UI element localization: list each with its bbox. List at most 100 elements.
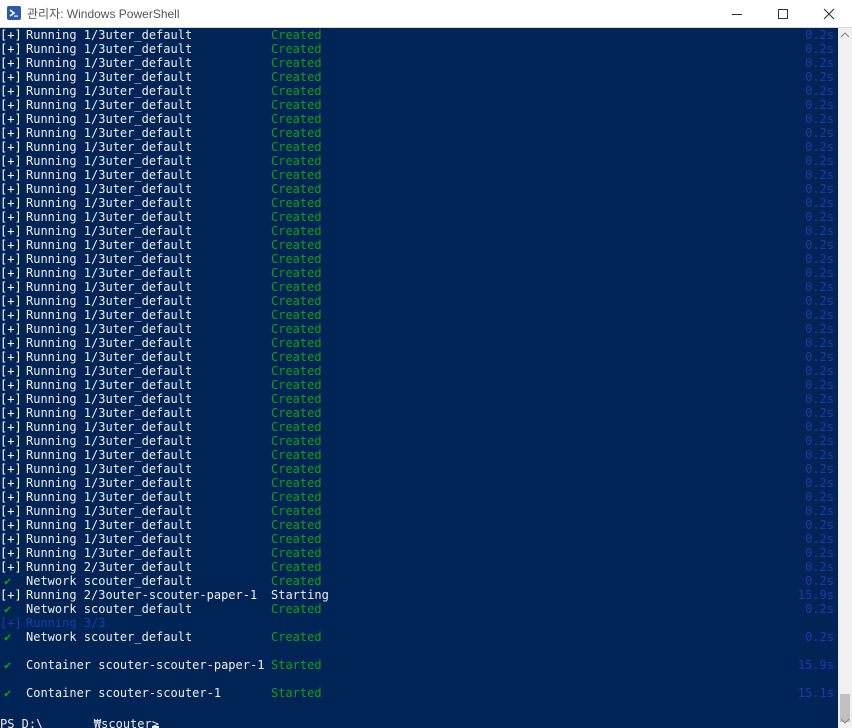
line-text: Running 1/3uter_default	[26, 224, 193, 238]
console-line: [+] Running 2/3uter_default Created 0.2s	[0, 560, 838, 574]
console-line: [+] Running 1/3uter_default Created 0.2s	[0, 182, 838, 196]
line-status: Created	[271, 602, 322, 616]
line-prefix: [+]	[0, 280, 22, 294]
line-text: Running 1/3uter_default	[26, 392, 193, 406]
title-bar[interactable]: 관리자: Windows PowerShell	[0, 0, 852, 28]
console-line: [+] Running 1/3uter_default Created 0.2s	[0, 224, 838, 238]
line-duration: 0.2s	[805, 140, 834, 154]
line-text: Running 2/3uter_default	[26, 560, 193, 574]
line-prefix: [+]	[0, 616, 22, 630]
console-line: [+] Running 1/3uter_default Created 0.2s	[0, 112, 838, 126]
console-line: ✔ Network scouter_default Created 0.2s	[0, 602, 838, 616]
line-status: Created	[271, 434, 322, 448]
line-prefix: [+]	[0, 112, 22, 126]
line-status: Created	[271, 196, 322, 210]
line-text: Running 1/3uter_default	[26, 448, 193, 462]
line-text: Running 1/3uter_default	[26, 378, 193, 392]
line-duration: 0.2s	[805, 434, 834, 448]
line-text: Running 1/3uter_default	[26, 56, 193, 70]
line-status: Created	[271, 420, 322, 434]
line-text: Running 1/3uter_default	[26, 126, 193, 140]
line-status: Created	[271, 518, 322, 532]
line-duration: 0.2s	[805, 154, 834, 168]
console-line: [+] Running 1/3uter_default Created 0.2s	[0, 364, 838, 378]
line-text: Network scouter_default	[26, 602, 193, 616]
line-text: Running 1/3uter_default	[26, 336, 193, 350]
line-text: Network scouter_default	[26, 574, 193, 588]
console-line: [+] Running 1/3uter_default Created 0.2s	[0, 70, 838, 84]
line-prefix: [+]	[0, 406, 22, 420]
checkmark-icon: ✔	[4, 574, 12, 588]
line-prefix: [+]	[0, 448, 22, 462]
line-text: Running 1/3uter_default	[26, 322, 193, 336]
line-duration: 15.1s	[797, 686, 834, 700]
line-text: Running 1/3uter_default	[26, 42, 193, 56]
window-title: 관리자: Windows PowerShell	[27, 7, 180, 21]
line-prefix: [+]	[0, 462, 22, 476]
maximize-icon	[778, 9, 788, 19]
line-status: Created	[271, 140, 322, 154]
line-duration: 0.2s	[805, 448, 834, 462]
line-status: Created	[271, 630, 322, 644]
line-text: Running 1/3uter_default	[26, 420, 193, 434]
line-status: Starting	[271, 588, 329, 602]
line-text: Running 1/3uter_default	[26, 154, 193, 168]
line-status: Created	[271, 462, 322, 476]
prompt-line[interactable]: PS D:\ ₩scouter>	[0, 717, 838, 728]
console-output[interactable]: [+] Running 1/3uter_default Created 0.2s [+]…	[0, 28, 838, 728]
line-text: Running 1/3uter_default	[26, 364, 193, 378]
line-duration: 0.2s	[805, 294, 834, 308]
line-text: Network scouter_default	[26, 630, 193, 644]
line-status: Created	[271, 168, 322, 182]
line-duration: 0.2s	[805, 532, 834, 546]
line-duration: 0.2s	[805, 28, 834, 42]
line-prefix: [+]	[0, 252, 22, 266]
line-prefix: [+]	[0, 434, 22, 448]
console-line: [+] Running 1/3uter_default Created 0.2s	[0, 420, 838, 434]
line-duration: 0.2s	[805, 392, 834, 406]
line-status: Created	[271, 560, 322, 574]
line-status: Created	[271, 378, 322, 392]
line-prefix: [+]	[0, 140, 22, 154]
line-text: Running 1/3uter_default	[26, 350, 193, 364]
line-text: Running 1/3uter_default	[26, 168, 193, 182]
line-text: Running 1/3uter_default	[26, 490, 193, 504]
console-line: [+] Running 1/3uter_default Created 0.2s	[0, 56, 838, 70]
console-line: [+] Running 1/3uter_default Created 0.2s	[0, 308, 838, 322]
minimize-button[interactable]	[714, 0, 760, 27]
scroll-down-arrow-icon[interactable]	[841, 718, 849, 724]
line-status: Created	[271, 70, 322, 84]
line-prefix: [+]	[0, 98, 22, 112]
console-line: [+] Running 1/3uter_default Created 0.2s	[0, 196, 838, 210]
line-duration: 0.2s	[805, 238, 834, 252]
line-text: Running 1/3uter_default	[26, 210, 193, 224]
line-duration: 0.2s	[805, 224, 834, 238]
line-status: Created	[271, 392, 322, 406]
console-line: ✔ Network scouter_default Created 0.2s	[0, 574, 838, 588]
line-status: Created	[271, 350, 322, 364]
scroll-up-arrow-icon[interactable]	[841, 32, 849, 38]
line-duration: 0.2s	[805, 560, 834, 574]
console-line: [+] Running 1/3uter_default Created 0.2s	[0, 294, 838, 308]
line-status: Created	[271, 406, 322, 420]
line-duration: 0.2s	[805, 630, 834, 644]
line-duration: 0.2s	[805, 476, 834, 490]
console-line: [+] Running 1/3uter_default Created 0.2s	[0, 350, 838, 364]
line-text: Running 1/3uter_default	[26, 238, 193, 252]
line-duration: 0.2s	[805, 168, 834, 182]
line-duration: 0.2s	[805, 420, 834, 434]
line-duration: 0.2s	[805, 490, 834, 504]
vertical-scrollbar[interactable]	[838, 28, 852, 728]
line-prefix: [+]	[0, 210, 22, 224]
maximize-button[interactable]	[760, 0, 806, 27]
console-line: [+] Running 1/3uter_default Created 0.2s	[0, 154, 838, 168]
console-line: [+] Running 1/3uter_default Created 0.2s	[0, 168, 838, 182]
line-duration: 0.2s	[805, 602, 834, 616]
console-line: ✔ Network scouter_default Created 0.2s	[0, 630, 838, 644]
line-prefix: [+]	[0, 532, 22, 546]
console-line: [+] Running 1/3uter_default Created 0.2s	[0, 140, 838, 154]
close-button[interactable]	[806, 0, 852, 27]
line-status: Created	[271, 476, 322, 490]
line-status: Created	[271, 154, 322, 168]
